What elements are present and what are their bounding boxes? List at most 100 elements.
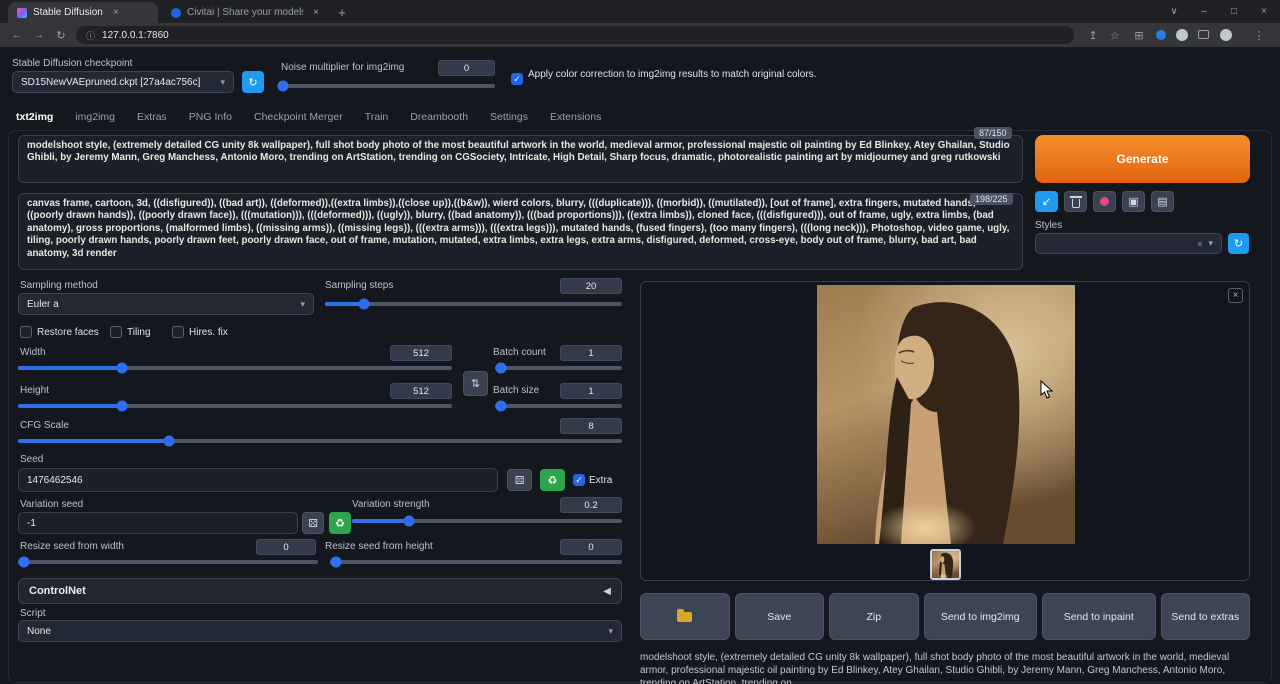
- apps-grid-icon[interactable]: ⊞: [1128, 23, 1150, 47]
- random-seed-button[interactable]: ⚄: [507, 469, 532, 491]
- height-value[interactable]: 512: [390, 383, 452, 399]
- tab-close-icon[interactable]: ×: [313, 7, 319, 18]
- batch-size-value[interactable]: 1: [560, 383, 622, 399]
- generate-button[interactable]: Generate: [1035, 135, 1250, 183]
- clear-styles-icon[interactable]: ×: [1197, 239, 1202, 249]
- refresh-checkpoints-button[interactable]: ↻: [242, 71, 264, 93]
- resize-seed-width-value[interactable]: 0: [256, 539, 316, 555]
- variation-seed-input[interactable]: [18, 512, 298, 534]
- trash-icon: [1072, 199, 1080, 208]
- send-to-extras-button[interactable]: Send to extras: [1161, 593, 1251, 640]
- slider-handle[interactable]: [278, 81, 289, 92]
- window-close-button[interactable]: ×: [1250, 0, 1278, 23]
- width-value[interactable]: 512: [390, 345, 452, 361]
- zip-button[interactable]: Zip: [829, 593, 919, 640]
- variation-strength-slider[interactable]: [352, 519, 622, 523]
- batch-count-value[interactable]: 1: [560, 345, 622, 361]
- bookmark-star-icon[interactable]: ☆: [1104, 23, 1126, 47]
- random-variation-seed-button[interactable]: ⚄: [302, 512, 324, 534]
- width-slider[interactable]: [18, 366, 452, 370]
- styles-dropdown[interactable]: × ▾: [1035, 233, 1222, 254]
- resize-seed-height-label: Resize seed from height: [325, 541, 433, 552]
- paste-params-button[interactable]: ↙: [1035, 191, 1058, 212]
- apply-style-button[interactable]: ▣: [1122, 191, 1145, 212]
- browser-menu-icon[interactable]: ⋮: [1248, 23, 1270, 47]
- url-bar[interactable]: ⓘ 127.0.0.1:7860: [76, 26, 1074, 44]
- resize-seed-width-slider[interactable]: [18, 560, 318, 564]
- cfg-scale-slider[interactable]: [18, 439, 622, 443]
- negative-prompt-input[interactable]: canvas frame, cartoon, 3d, ((disfigured)…: [18, 193, 1023, 270]
- reload-icon[interactable]: ↻: [50, 23, 72, 47]
- slider-handle[interactable]: [117, 363, 128, 374]
- script-dropdown[interactable]: None ▾: [18, 620, 622, 642]
- extra-seed-checkbox[interactable]: ✓: [573, 474, 585, 486]
- browser-tab-stable-diffusion[interactable]: Stable Diffusion ×: [8, 2, 158, 23]
- resize-seed-height-slider[interactable]: [330, 560, 622, 564]
- tab-close-icon[interactable]: ×: [113, 7, 119, 18]
- tab-settings[interactable]: Settings: [490, 111, 528, 123]
- send-to-img2img-button[interactable]: Send to img2img: [924, 593, 1038, 640]
- restore-faces-checkbox[interactable]: [20, 326, 32, 338]
- tab-txt2img[interactable]: txt2img: [16, 111, 53, 123]
- extra-networks-button[interactable]: [1093, 191, 1116, 212]
- window-minimize-button[interactable]: –: [1190, 0, 1218, 23]
- color-correction-checkbox[interactable]: ✓: [511, 73, 523, 85]
- noise-multiplier-value[interactable]: 0: [438, 60, 495, 76]
- new-tab-button[interactable]: +: [332, 3, 352, 21]
- batch-count-slider[interactable]: [495, 366, 622, 370]
- reuse-variation-seed-button[interactable]: ♻: [329, 512, 351, 534]
- browser-tab-civitai[interactable]: Civitai | Share your models ×: [162, 2, 328, 23]
- tab-extras[interactable]: Extras: [137, 111, 167, 123]
- share-icon[interactable]: ↥: [1082, 23, 1104, 47]
- open-folder-button[interactable]: [640, 593, 730, 640]
- save-style-button[interactable]: ▤: [1151, 191, 1174, 212]
- swap-dimensions-button[interactable]: ⇅: [463, 371, 488, 396]
- generated-image[interactable]: [817, 285, 1075, 544]
- slider-handle[interactable]: [358, 299, 369, 310]
- cfg-scale-value[interactable]: 8: [560, 418, 622, 434]
- slider-handle[interactable]: [496, 363, 507, 374]
- checkpoint-dropdown[interactable]: SD15NewVAEpruned.ckpt [27a4ac756c] ▾: [12, 71, 234, 93]
- tab-extensions[interactable]: Extensions: [550, 111, 601, 123]
- sampling-steps-slider[interactable]: [325, 302, 622, 306]
- hires-fix-checkbox[interactable]: [172, 326, 184, 338]
- tab-train[interactable]: Train: [365, 111, 389, 123]
- clear-prompt-button[interactable]: [1064, 191, 1087, 212]
- slider-handle[interactable]: [496, 401, 507, 412]
- tab-img2img[interactable]: img2img: [75, 111, 115, 123]
- sampling-steps-value[interactable]: 20: [560, 278, 622, 294]
- forward-icon[interactable]: →: [28, 23, 50, 47]
- tab-dreambooth[interactable]: Dreambooth: [410, 111, 468, 123]
- reuse-seed-button[interactable]: ♻: [540, 469, 565, 491]
- tab-search-chevron-icon[interactable]: ∨: [1160, 0, 1188, 23]
- resize-seed-height-value[interactable]: 0: [560, 539, 622, 555]
- slider-handle[interactable]: [19, 557, 30, 568]
- send-to-inpaint-button[interactable]: Send to inpaint: [1042, 593, 1156, 640]
- tab-checkpoint-merger[interactable]: Checkpoint Merger: [254, 111, 343, 123]
- height-slider[interactable]: [18, 404, 452, 408]
- window-maximize-button[interactable]: □: [1220, 0, 1248, 23]
- slider-handle[interactable]: [164, 436, 175, 447]
- extension-icon[interactable]: [1156, 30, 1166, 40]
- site-info-icon[interactable]: ⓘ: [86, 29, 95, 42]
- slider-handle[interactable]: [117, 401, 128, 412]
- prompt-input[interactable]: modelshoot style, (extremely detailed CG…: [18, 135, 1023, 183]
- slider-handle[interactable]: [403, 516, 414, 527]
- tab-png-info[interactable]: PNG Info: [189, 111, 232, 123]
- seed-input[interactable]: [18, 468, 498, 492]
- back-icon[interactable]: ←: [6, 23, 28, 47]
- batch-size-slider[interactable]: [495, 404, 622, 408]
- sidebar-icon[interactable]: [1198, 30, 1209, 39]
- variation-strength-value[interactable]: 0.2: [560, 497, 622, 513]
- close-gallery-button[interactable]: ×: [1228, 288, 1243, 303]
- avatar-icon[interactable]: [1176, 29, 1188, 41]
- gallery-thumbnail[interactable]: [930, 549, 961, 580]
- controlnet-accordion[interactable]: ControlNet ◀: [18, 578, 622, 604]
- noise-multiplier-slider[interactable]: [281, 84, 495, 88]
- slider-handle[interactable]: [330, 557, 341, 568]
- save-button[interactable]: Save: [735, 593, 825, 640]
- tiling-checkbox[interactable]: [110, 326, 122, 338]
- sampling-method-dropdown[interactable]: Euler a ▾: [18, 293, 314, 315]
- refresh-styles-button[interactable]: ↻: [1228, 233, 1249, 254]
- profile-avatar[interactable]: [1220, 29, 1232, 41]
